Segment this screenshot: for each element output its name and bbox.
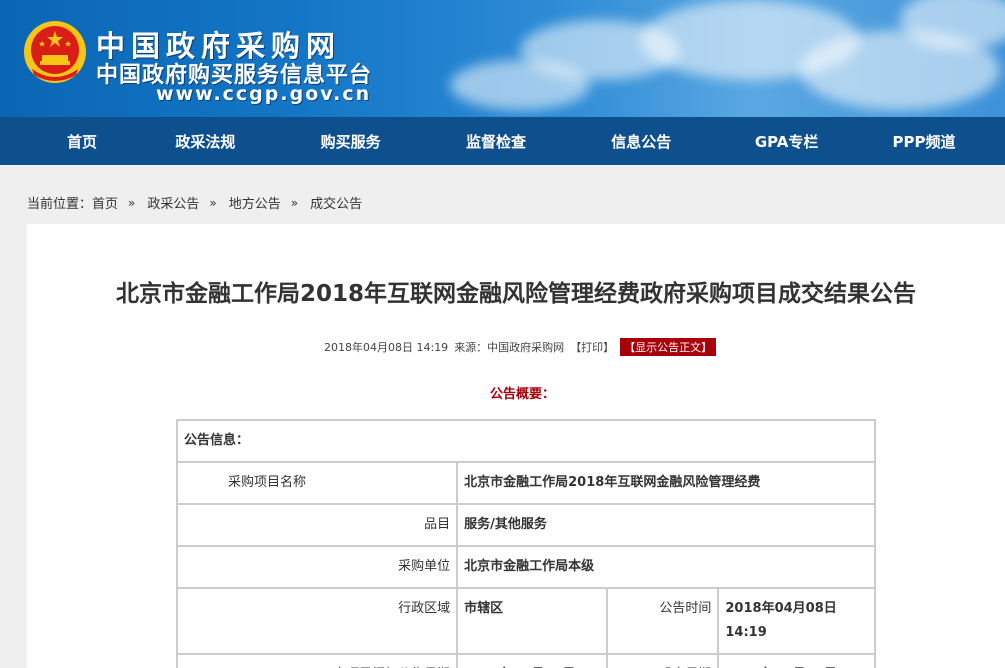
- category-value: 服务/其他服务: [456, 503, 876, 547]
- breadcrumb-separator: »: [209, 195, 217, 210]
- show-full-text-button[interactable]: 【显示公告正文】: [620, 338, 717, 356]
- breadcrumb-prefix: 当前位置：: [27, 197, 93, 212]
- breadcrumb-local-announcements[interactable]: 地方公告: [229, 193, 281, 212]
- site-url: www.ccgp.gov.cn: [156, 83, 372, 105]
- main-nav: 首页 政采法规 购买服务 监督检查 信息公告 GPA专栏 PPP频道: [0, 117, 1005, 165]
- purchasing-unit-label: 采购单位: [175, 545, 459, 589]
- region-label: 行政区域: [175, 587, 459, 655]
- nav-item-gpa[interactable]: GPA专栏: [735, 131, 839, 152]
- article-title: 北京市金融工作局2018年互联网金融风险管理经费政府采购项目成交结果公告: [115, 281, 916, 307]
- national-emblem-icon: [24, 21, 86, 83]
- table-row: 品目 服务/其他服务: [175, 503, 876, 547]
- breadcrumb-home[interactable]: 首页: [92, 193, 118, 212]
- article-datetime: 2018年04月08日 14:19: [324, 341, 449, 354]
- region-value: 市辖区: [456, 587, 608, 655]
- table-row: 采购单位 北京市金融工作局本级: [175, 545, 876, 589]
- info-table-header: 公告信息：: [176, 419, 876, 463]
- table-row: 采购项目名称 北京市金融工作局2018年互联网金融风险管理经费: [175, 461, 876, 505]
- breadcrumb-deal-announcements[interactable]: 成交公告: [310, 193, 362, 212]
- project-name-value: 北京市金融工作局2018年互联网金融风险管理经费: [456, 461, 876, 505]
- nav-item-home[interactable]: 首页: [52, 131, 112, 152]
- nav-item-purchase-services[interactable]: 购买服务: [299, 131, 403, 152]
- print-link[interactable]: 【打印】: [570, 339, 614, 355]
- project-name-label: 采购项目名称: [175, 461, 459, 505]
- breadcrumb-separator: »: [128, 195, 136, 210]
- nav-item-supervision[interactable]: 监督检查: [444, 131, 548, 152]
- category-label: 品目: [175, 503, 459, 547]
- table-row: 公告信息：: [176, 419, 876, 463]
- purchasing-unit-value: 北京市金融工作局本级: [456, 545, 876, 589]
- nav-item-regulations[interactable]: 政采法规: [153, 131, 257, 152]
- nav-item-ppp[interactable]: PPP频道: [880, 131, 968, 152]
- breadcrumb-separator: »: [290, 195, 299, 210]
- table-row: 行政区域 市辖区 公告时间 2018年04月08日 14:19: [175, 587, 876, 655]
- nav-item-announcements[interactable]: 信息公告: [589, 131, 693, 152]
- breadcrumb-gov-announcements[interactable]: 政采公告: [147, 193, 199, 212]
- info-table: 公告信息： 采购项目名称 北京市金融工作局2018年互联网金融风险管理经费 品目…: [175, 419, 876, 668]
- announce-time-value: 2018年04月08日 14:19: [717, 587, 876, 655]
- tender-date-label: 本项目招标公告日期: [175, 653, 459, 668]
- header-banner: 中国政府采购网 中国政府购买服务信息平台 www.ccgp.gov.cn: [0, 0, 1005, 117]
- summary-heading: 公告概要：: [489, 387, 555, 402]
- announce-time-label: 公告时间: [605, 587, 720, 655]
- article-source: 来源：中国政府采购网: [454, 341, 565, 354]
- breadcrumb: 当前位置： 首页 » 政采公告 » 地方公告 » 成交公告: [27, 193, 362, 213]
- deal-date-label: 成交日期: [605, 653, 720, 668]
- article-meta: 2018年04月08日 14:19 来源：中国政府采购网 【打印】 【显示公告正…: [324, 338, 717, 356]
- table-row: 本项目招标公告日期 2018年03月22日 成交日期 2018年04月04日: [175, 653, 876, 668]
- tender-date-value: 2018年03月22日: [456, 653, 608, 668]
- deal-date-value: 2018年04月04日: [717, 653, 876, 668]
